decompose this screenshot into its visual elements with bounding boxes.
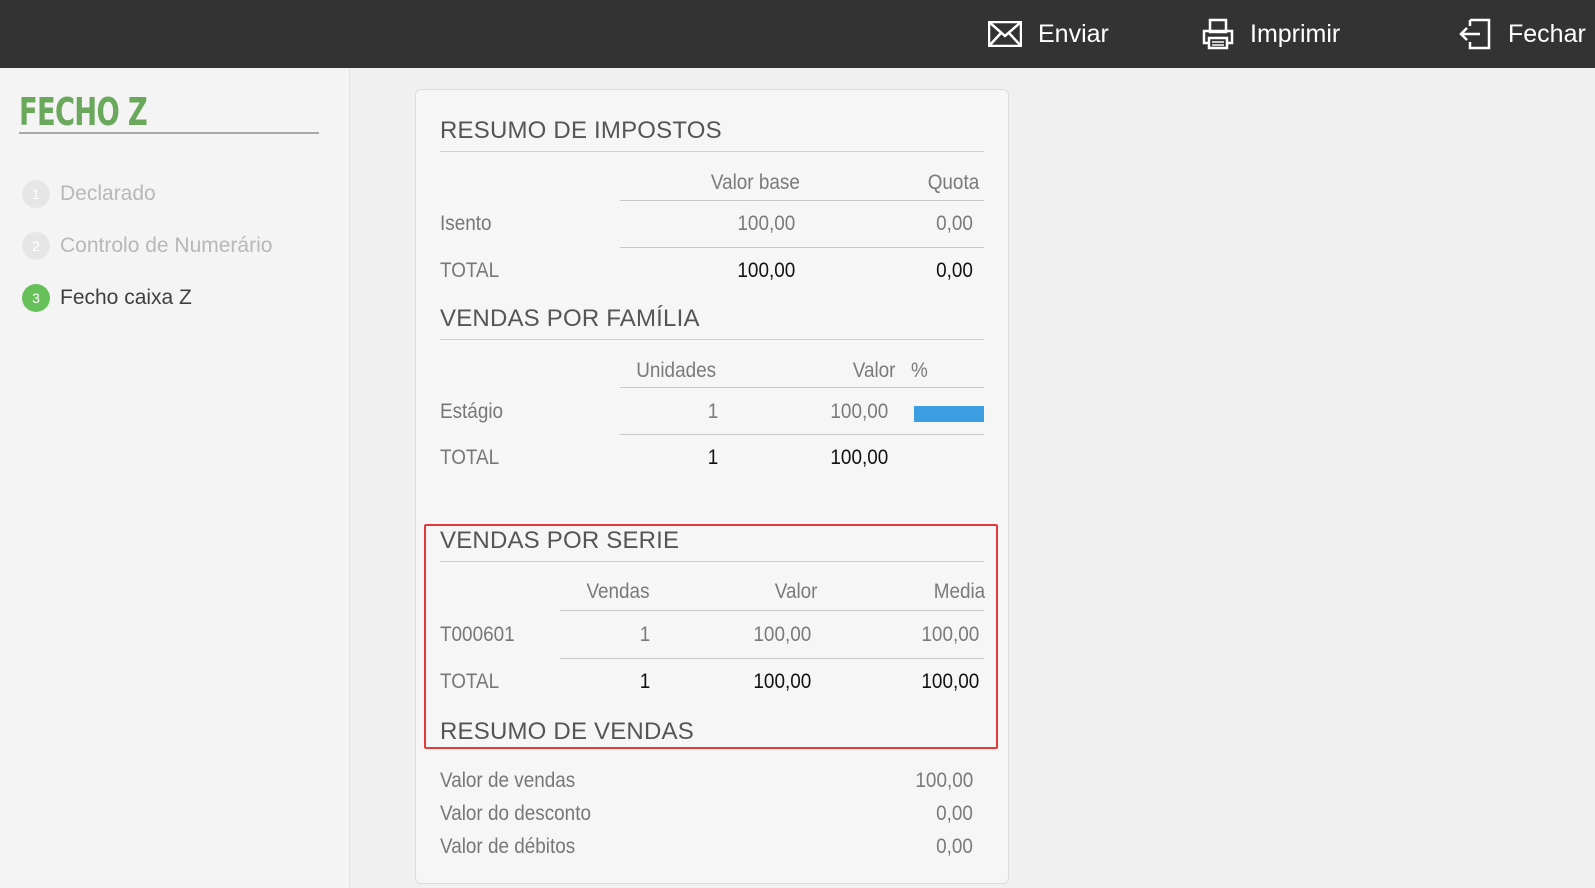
step-label: Controlo de Numerário [60, 234, 273, 257]
series-title-rule [440, 561, 984, 562]
send-button[interactable]: Enviar [988, 0, 1109, 68]
taxes-header-base: Valor base [711, 171, 800, 194]
series-header-rule [560, 610, 984, 611]
series-title: VENDAS POR SERIE [440, 527, 680, 554]
family-header-value: Valor [852, 359, 895, 382]
report-card [415, 89, 1009, 884]
series-row-label: T000601 [440, 623, 515, 646]
family-total-label: TOTAL [440, 446, 500, 469]
step-declarado[interactable]: 1 Declarado [22, 180, 156, 208]
family-row-value: 100,00 [830, 400, 888, 423]
series-header-value: Valor [774, 580, 817, 603]
family-header-rule [620, 387, 984, 388]
taxes-total-label: TOTAL [440, 259, 500, 282]
close-label: Fechar [1508, 19, 1586, 48]
series-total-label: TOTAL [440, 670, 500, 693]
family-title-rule [440, 339, 984, 340]
step-number: 3 [22, 284, 50, 312]
print-button[interactable]: Imprimir [1202, 0, 1340, 68]
taxes-row-base: 100,00 [737, 212, 795, 235]
family-total-units: 1 [707, 446, 719, 469]
summary-title: RESUMO DE VENDAS [440, 718, 694, 745]
family-header-units: Unidades [636, 359, 717, 382]
series-row-avg: 100,00 [921, 623, 979, 646]
summary-row-label: Valor do desconto [440, 802, 591, 825]
summary-row-value: 0,00 [936, 835, 973, 858]
title-divider [19, 132, 319, 134]
exit-icon [1459, 18, 1491, 50]
send-label: Enviar [1038, 19, 1109, 48]
step-number: 2 [22, 232, 50, 260]
printer-icon [1202, 18, 1234, 50]
series-header-sales: Vendas [586, 580, 650, 603]
summary-row-value: 0,00 [936, 802, 973, 825]
family-total-value: 100,00 [830, 446, 888, 469]
taxes-row-quota: 0,00 [936, 212, 973, 235]
step-label: Declarado [60, 182, 156, 205]
series-row-rule [560, 658, 984, 659]
family-header-percent: % [911, 359, 928, 382]
taxes-row-label: Isento [440, 212, 492, 235]
series-total-sales: 1 [639, 670, 651, 693]
taxes-total-base: 100,00 [737, 259, 795, 282]
series-total-value: 100,00 [753, 670, 811, 693]
taxes-header-rule [620, 200, 984, 201]
step-label: Fecho caixa Z [60, 286, 192, 309]
close-button[interactable]: Fechar [1458, 0, 1586, 68]
family-row-units: 1 [707, 400, 719, 423]
series-header-avg: Media [933, 580, 985, 603]
envelope-icon [988, 21, 1022, 47]
series-total-avg: 100,00 [921, 670, 979, 693]
family-row-rule [620, 434, 984, 435]
taxes-row-rule [620, 247, 984, 248]
taxes-total-quota: 0,00 [936, 259, 973, 282]
summary-row-label: Valor de vendas [440, 769, 576, 792]
step-controlo-numerario[interactable]: 2 Controlo de Numerário [22, 232, 272, 260]
top-bar: Enviar Imprimir Fechar [0, 0, 1595, 68]
taxes-header-quota: Quota [927, 171, 979, 194]
step-number: 1 [22, 180, 50, 208]
print-label: Imprimir [1250, 19, 1341, 48]
summary-row-label: Valor de débitos [440, 835, 576, 858]
summary-row-value: 100,00 [915, 769, 973, 792]
family-percent-bar [914, 406, 984, 422]
page-title: FECHO Z [19, 90, 148, 134]
series-row-sales: 1 [639, 623, 651, 646]
taxes-title-rule [440, 151, 984, 152]
family-row-label: Estágio [440, 400, 504, 423]
step-fecho-caixa-z[interactable]: 3 Fecho caixa Z [22, 284, 192, 312]
series-row-value: 100,00 [753, 623, 811, 646]
taxes-title: RESUMO DE IMPOSTOS [440, 117, 722, 144]
family-title: VENDAS POR FAMÍLIA [440, 305, 700, 332]
